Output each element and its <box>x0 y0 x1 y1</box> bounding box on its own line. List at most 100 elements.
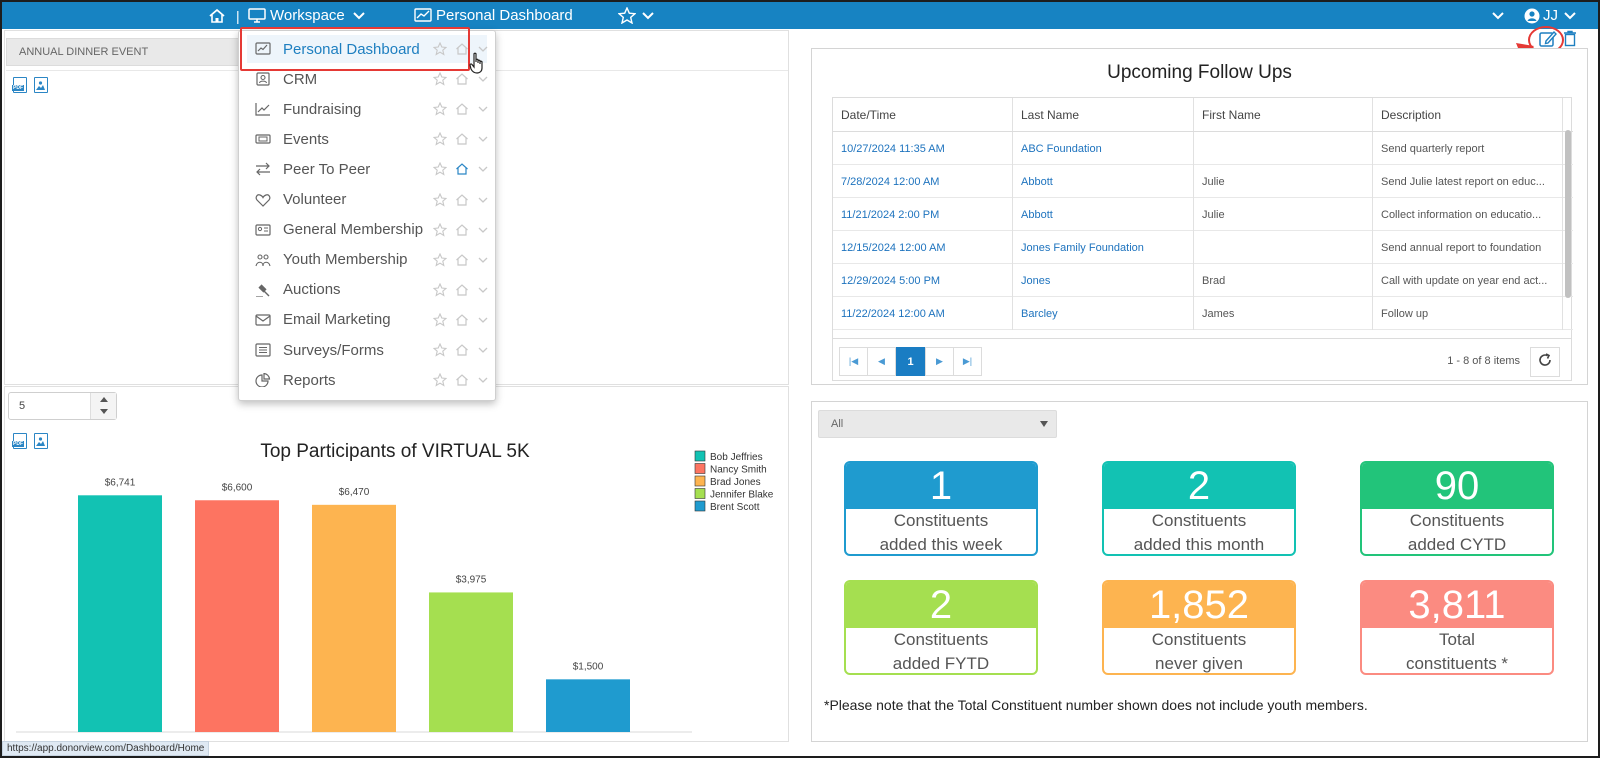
set-home-icon[interactable] <box>455 313 469 327</box>
column-header[interactable]: Last Name <box>1013 98 1194 132</box>
favorite-star-icon[interactable] <box>433 222 447 237</box>
table-cell-last-name[interactable]: Abbott <box>1013 165 1194 198</box>
column-header[interactable]: Description <box>1373 98 1563 132</box>
set-home-icon[interactable] <box>455 373 469 387</box>
image-export-icon[interactable] <box>34 77 48 93</box>
stat-card[interactable]: 2 Constituents added FYTD <box>844 580 1038 675</box>
table-cell-date[interactable]: 7/28/2024 12:00 AM <box>833 165 1013 198</box>
chevron-down-icon[interactable] <box>478 347 488 354</box>
stat-card[interactable]: 3,811 Total constituents * <box>1360 580 1554 675</box>
favorites-chevron-down-icon[interactable] <box>642 2 654 29</box>
last-page-button[interactable]: ▶| <box>953 347 982 376</box>
home-icon[interactable] <box>208 2 226 29</box>
stat-card[interactable]: 1,852 Constituents never given <box>1102 580 1296 675</box>
table-row[interactable]: 11/22/2024 12:00 AM Barcley James Follow up <box>833 297 1573 330</box>
table-row[interactable]: 11/21/2024 2:00 PM Abbott Julie Collect inf… <box>833 198 1573 231</box>
favorite-star-icon[interactable] <box>433 72 447 86</box>
table-cell-last-name[interactable]: Jones <box>1013 264 1194 297</box>
set-home-icon[interactable] <box>455 283 469 297</box>
chevron-down-icon[interactable] <box>478 197 488 204</box>
chart-bar[interactable] <box>78 495 162 732</box>
table-cell-last-name[interactable]: Barcley <box>1013 297 1194 330</box>
chart-bar[interactable] <box>195 500 279 732</box>
column-header[interactable]: Date/Time <box>833 98 1013 132</box>
set-home-icon[interactable] <box>455 253 469 267</box>
personal-dashboard-button[interactable]: Personal Dashboard <box>414 2 573 29</box>
set-home-icon[interactable] <box>455 343 469 357</box>
set-home-icon[interactable] <box>455 193 469 207</box>
table-cell-last-name[interactable]: Abbott <box>1013 198 1194 231</box>
favorite-star-icon[interactable] <box>433 192 447 207</box>
set-home-icon[interactable] <box>455 223 469 237</box>
stat-card-label-line1: Total <box>1439 630 1475 649</box>
favorite-star-icon[interactable] <box>433 102 447 116</box>
menu-item-youth-membership[interactable]: Youth Membership <box>247 246 488 274</box>
set-home-icon[interactable] <box>455 132 469 146</box>
count-stepper[interactable]: 5 <box>8 392 117 420</box>
chevron-down-icon[interactable] <box>478 136 488 143</box>
table-row[interactable]: 12/29/2024 5:00 PM Jones Brad Call with upd… <box>833 264 1573 297</box>
menu-item-reports[interactable]: Reports <box>247 366 488 394</box>
table-row[interactable]: 10/27/2024 11:35 AM ABC Foundation Send qu… <box>833 132 1573 165</box>
event-select[interactable]: ANNUAL DINNER EVENT <box>6 38 244 66</box>
increment-arrow-icon[interactable] <box>100 397 108 402</box>
set-home-icon[interactable] <box>455 102 469 116</box>
menu-item-events[interactable]: Events <box>247 125 488 153</box>
favorite-star-icon[interactable] <box>433 252 447 267</box>
favorite-star-icon[interactable] <box>433 132 447 146</box>
first-page-button[interactable]: |◀ <box>839 347 868 376</box>
stat-card[interactable]: 1 Constituents added this week <box>844 461 1038 556</box>
table-cell-date[interactable]: 12/29/2024 5:00 PM <box>833 264 1013 297</box>
table-scrollbar[interactable] <box>1565 130 1571 298</box>
favorite-star-icon[interactable] <box>433 343 447 357</box>
prev-page-button[interactable]: ◀ <box>867 347 896 376</box>
notifications-chevron-down-icon[interactable] <box>1492 2 1504 29</box>
delete-widget-icon[interactable] <box>1563 30 1577 47</box>
favorite-star-icon[interactable] <box>433 312 447 327</box>
table-row[interactable]: 12/15/2024 12:00 AM Jones Family Foundati… <box>833 231 1573 264</box>
favorite-star-icon[interactable] <box>433 162 447 177</box>
menu-item-surveys-forms[interactable]: Surveys/Forms <box>247 336 488 364</box>
favorites-star-icon[interactable] <box>618 2 636 29</box>
chart-bar[interactable] <box>546 679 630 732</box>
favorite-star-icon[interactable] <box>433 373 447 387</box>
table-cell-date[interactable]: 12/15/2024 12:00 AM <box>833 231 1013 264</box>
user-menu-button[interactable]: JJ <box>1524 2 1576 29</box>
set-home-icon[interactable] <box>455 72 469 86</box>
table-row[interactable]: 7/28/2024 12:00 AM Abbott Julie Send Julie … <box>833 165 1573 198</box>
stat-card[interactable]: 90 Constituents added CYTD <box>1360 461 1554 556</box>
table-cell-date[interactable]: 11/21/2024 2:00 PM <box>833 198 1013 231</box>
set-home-icon[interactable] <box>455 162 469 176</box>
menu-item-peer-to-peer[interactable]: Peer To Peer <box>247 155 488 183</box>
menu-item-email-marketing[interactable]: Email Marketing <box>247 306 488 334</box>
chevron-down-icon[interactable] <box>478 287 488 294</box>
count-value: 5 <box>19 400 26 412</box>
chart-bar[interactable] <box>312 504 396 732</box>
chevron-down-icon[interactable] <box>478 377 488 384</box>
table-cell-last-name[interactable]: ABC Foundation <box>1013 132 1194 165</box>
refresh-button[interactable] <box>1530 347 1560 377</box>
column-header[interactable]: First Name <box>1194 98 1373 132</box>
page-1-button[interactable]: 1 <box>896 347 925 376</box>
menu-item-general-membership[interactable]: General Membership <box>247 216 488 244</box>
chevron-down-icon[interactable] <box>478 317 488 324</box>
menu-item-volunteer[interactable]: Volunteer <box>247 186 488 214</box>
pdf-export-icon[interactable]: PDF <box>12 77 27 93</box>
next-page-button[interactable]: ▶ <box>925 347 954 376</box>
favorite-star-icon[interactable] <box>433 282 447 297</box>
chevron-down-icon[interactable] <box>478 227 488 234</box>
chart-bar[interactable] <box>429 592 513 732</box>
decrement-arrow-icon[interactable] <box>100 409 108 414</box>
stat-card[interactable]: 2 Constituents added this month <box>1102 461 1296 556</box>
workspace-menu-button[interactable]: Workspace <box>248 2 365 29</box>
table-cell-date[interactable]: 10/27/2024 11:35 AM <box>833 132 1013 165</box>
table-cell-last-name[interactable]: Jones Family Foundation <box>1013 231 1194 264</box>
chevron-down-icon[interactable] <box>478 257 488 264</box>
hand-cursor-icon <box>469 52 485 79</box>
menu-item-fundraising[interactable]: Fundraising <box>247 95 488 123</box>
chevron-down-icon[interactable] <box>478 166 488 173</box>
menu-item-auctions[interactable]: Auctions <box>247 276 488 304</box>
chevron-down-icon[interactable] <box>478 106 488 113</box>
stats-filter-select[interactable]: All <box>818 410 1057 438</box>
table-cell-date[interactable]: 11/22/2024 12:00 AM <box>833 297 1013 330</box>
